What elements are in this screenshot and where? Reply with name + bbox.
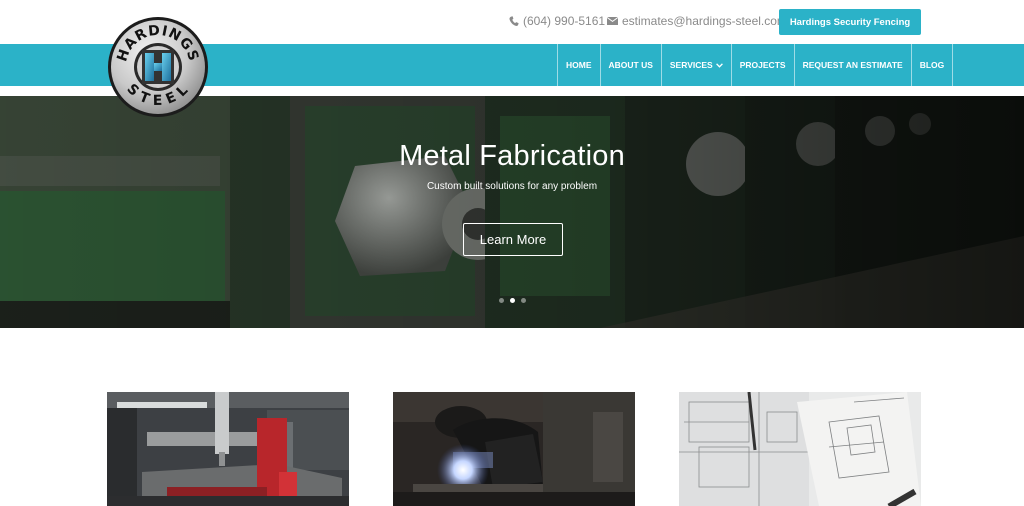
nav-item-projects[interactable]: PROJECTS xyxy=(730,44,794,86)
nav-item-label: SERVICES xyxy=(669,60,713,70)
page: (604) 990-5161 estimates@hardings-steel.… xyxy=(0,0,1024,506)
envelope-icon xyxy=(607,17,618,25)
nav-item-services[interactable]: SERVICES xyxy=(660,44,731,86)
service-card-design[interactable] xyxy=(679,392,921,506)
slider-dot-3[interactable] xyxy=(521,298,526,303)
security-fencing-button[interactable]: Hardings Security Fencing xyxy=(779,9,921,35)
slider-dot-2[interactable] xyxy=(510,298,515,303)
nav-item-label: REQUEST AN ESTIMATE xyxy=(802,60,903,70)
learn-more-button[interactable]: Learn More xyxy=(463,223,563,256)
hero-background-image xyxy=(0,96,1024,328)
service-card-cnc[interactable] xyxy=(107,392,349,506)
hardings-steel-logo[interactable]: HARDINGS STEEL xyxy=(106,15,210,119)
chevron-down-icon xyxy=(715,62,723,68)
blueprint-image xyxy=(679,392,921,506)
nav-item-blog[interactable]: BLOG xyxy=(910,44,954,86)
hero-subtitle: Custom built solutions for any problem xyxy=(426,181,598,192)
nav-item-label: ABOUT US xyxy=(608,60,653,70)
hero-slider: Metal Fabrication Custom built solutions… xyxy=(0,96,1024,328)
slider-dots xyxy=(499,298,526,303)
phone-number: (604) 990-5161 xyxy=(523,14,606,28)
phone-icon xyxy=(509,15,519,26)
nav-item-about-us[interactable]: ABOUT US xyxy=(599,44,661,86)
cnc-machine-image xyxy=(107,392,349,506)
nav-item-request-estimate[interactable]: REQUEST AN ESTIMATE xyxy=(793,44,911,86)
nav-item-label: BLOG xyxy=(919,60,945,70)
email-address: estimates@hardings-steel.com xyxy=(622,14,787,28)
phone-contact[interactable]: (604) 990-5161 xyxy=(509,14,605,28)
welder-image xyxy=(393,392,635,506)
slider-dot-1[interactable] xyxy=(499,298,504,303)
service-card-welding[interactable] xyxy=(393,392,635,506)
nav-item-home[interactable]: HOME xyxy=(557,44,600,86)
hero-title: Metal Fabrication xyxy=(399,140,625,172)
email-contact[interactable]: estimates@hardings-steel.com xyxy=(607,14,787,28)
nav-item-label: PROJECTS xyxy=(739,60,786,70)
nav-item-label: HOME xyxy=(566,60,592,70)
